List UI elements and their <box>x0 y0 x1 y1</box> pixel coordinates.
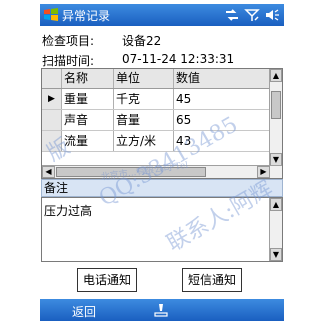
system-tray <box>224 7 280 23</box>
scroll-thumb[interactable] <box>271 91 281 119</box>
keyboard-icon[interactable] <box>152 302 170 318</box>
notes-label: 备注 <box>41 179 283 197</box>
title-bar: 异常记录 <box>40 4 284 26</box>
cell-unit[interactable]: 千克 <box>114 89 174 109</box>
column-header-value[interactable]: 数值 <box>174 69 270 88</box>
scan-time-value: 07-11-24 12:33:31 <box>122 52 235 66</box>
cell-value[interactable]: 45 <box>174 89 270 109</box>
row-selector <box>42 131 62 151</box>
scroll-down-icon[interactable]: ▼ <box>270 248 282 261</box>
cell-unit[interactable]: 音量 <box>114 110 174 130</box>
volume-icon[interactable] <box>264 7 280 23</box>
sms-notify-button[interactable]: 短信通知 <box>182 268 242 292</box>
row-selector <box>42 110 62 130</box>
connectivity-icon[interactable] <box>224 7 240 23</box>
header-corner <box>42 69 62 88</box>
windows-start-icon[interactable] <box>43 7 59 23</box>
grid-header: 名称 单位 数值 <box>42 69 270 89</box>
notes-scrollbar[interactable]: ▲ ▼ <box>269 198 282 261</box>
column-header-name[interactable]: 名称 <box>62 69 114 88</box>
notes-text[interactable]: 压力过高 <box>44 202 92 219</box>
back-softkey[interactable]: 返回 <box>72 303 96 320</box>
phone-notify-button[interactable]: 电话通知 <box>77 268 137 292</box>
inspection-item-label: 检查项目: <box>42 34 95 48</box>
table-row[interactable]: 声音 音量 65 <box>42 110 270 131</box>
cell-name[interactable]: 重量 <box>62 89 114 109</box>
notes-textarea[interactable]: 压力过高 ▲ ▼ <box>41 197 283 262</box>
scroll-thumb[interactable] <box>56 167 206 177</box>
row-selector-icon: ▶ <box>42 89 62 109</box>
column-header-unit[interactable]: 单位 <box>114 69 174 88</box>
cell-unit[interactable]: 立方/米 <box>114 131 174 151</box>
grid-horizontal-scrollbar[interactable]: ◀ ▶ <box>42 165 282 178</box>
soft-key-bar: 返回 <box>40 299 284 321</box>
cell-name[interactable]: 流量 <box>62 131 114 151</box>
inspection-item-value: 设备22 <box>122 34 162 48</box>
scroll-up-icon[interactable]: ▲ <box>270 198 282 211</box>
grid-vertical-scrollbar[interactable]: ▲ ▼ <box>269 69 282 166</box>
scroll-up-icon[interactable]: ▲ <box>270 69 282 82</box>
scroll-left-icon[interactable]: ◀ <box>42 166 55 178</box>
data-grid[interactable]: 名称 单位 数值 ▶ 重量 千克 45 声音 音量 65 流量 立方/米 43 … <box>41 68 283 179</box>
app-title: 异常记录 <box>62 9 111 23</box>
cell-value[interactable]: 65 <box>174 110 270 130</box>
screen: 异常记录 检查项目: 设备22 扫描时间: 07-11-24 12:33:31 … <box>40 4 284 321</box>
table-row[interactable]: 流量 立方/米 43 <box>42 131 270 152</box>
cell-name[interactable]: 声音 <box>62 110 114 130</box>
signal-icon[interactable] <box>244 7 260 23</box>
scan-time-label: 扫描时间: <box>42 54 95 68</box>
table-row[interactable]: ▶ 重量 千克 45 <box>42 89 270 110</box>
cell-value[interactable]: 43 <box>174 131 270 151</box>
scroll-right-icon[interactable]: ▶ <box>257 166 270 178</box>
